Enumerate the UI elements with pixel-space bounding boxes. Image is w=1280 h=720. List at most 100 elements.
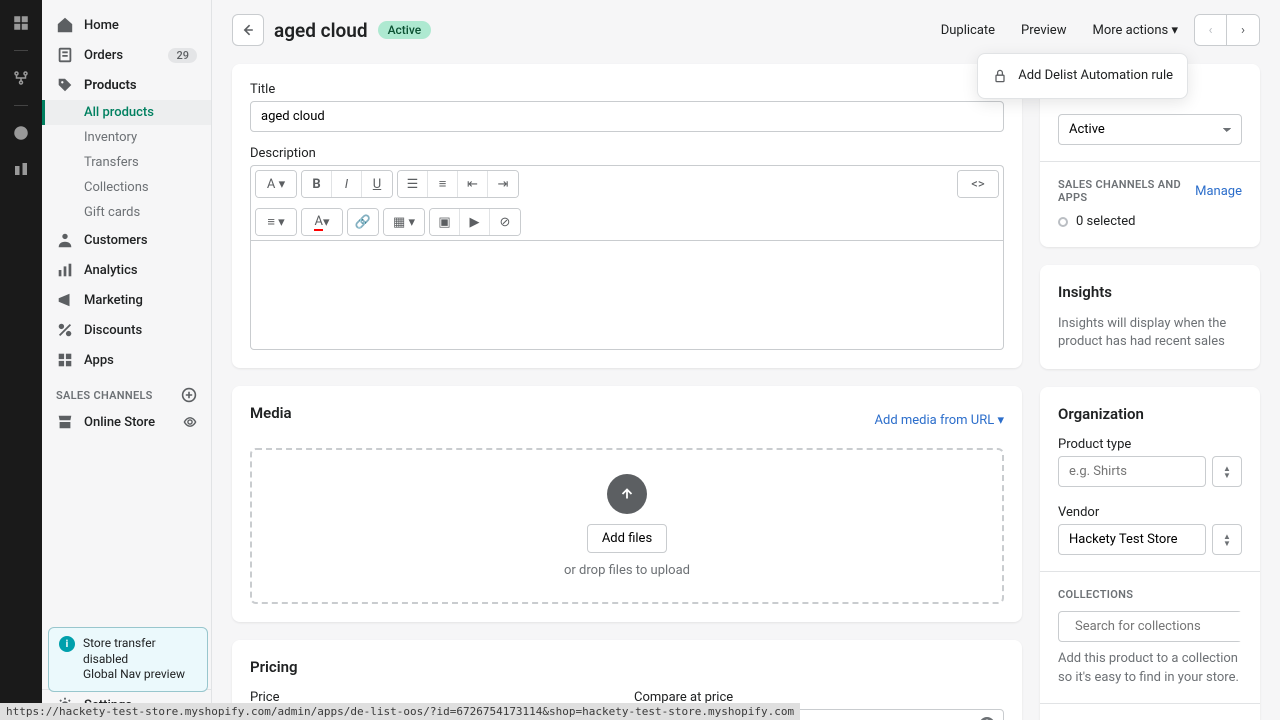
arrow-left-icon: [240, 22, 256, 38]
nav-inventory[interactable]: Inventory: [42, 125, 211, 150]
help-icon[interactable]: ?: [979, 717, 995, 720]
nav-products-label: Products: [84, 78, 137, 93]
media-dropzone[interactable]: Add files or drop files to upload: [250, 448, 1004, 604]
status-badge: Active: [378, 21, 432, 39]
back-button[interactable]: [232, 14, 264, 46]
next-product-button[interactable]: ›: [1227, 15, 1259, 45]
nav-collections[interactable]: Collections: [42, 175, 211, 200]
product-type-input[interactable]: [1058, 456, 1206, 487]
app-rail: [0, 0, 42, 720]
add-media-url-link[interactable]: Add media from URL ▾: [875, 413, 1004, 428]
insights-card: Insights Insights will display when the …: [1040, 265, 1260, 369]
prev-product-button[interactable]: ‹: [1195, 15, 1227, 45]
customers-icon: [56, 231, 74, 249]
toast-line2: Global Nav preview: [83, 667, 197, 683]
vendor-input[interactable]: [1058, 524, 1206, 555]
nav-apps[interactable]: Apps: [42, 345, 211, 375]
rte-clear-button[interactable]: ⊘: [490, 209, 520, 235]
pricing-heading: Pricing: [250, 658, 1004, 676]
organization-card: Organization Product type ▲▼ Vendor ▲▼ C…: [1040, 387, 1260, 720]
nav-analytics[interactable]: Analytics: [42, 255, 211, 285]
title-input[interactable]: [250, 101, 1004, 132]
nav-online-store[interactable]: Online Store: [42, 407, 211, 437]
nav-apps-label: Apps: [84, 353, 114, 368]
organization-heading: Organization: [1058, 405, 1242, 423]
info-toast: i Store transfer disabled Global Nav pre…: [48, 627, 208, 692]
caret-down-icon: ▾: [1171, 23, 1178, 38]
preview-button[interactable]: Preview: [1011, 17, 1076, 44]
nav-marketing[interactable]: Marketing: [42, 285, 211, 315]
nav-orders-label: Orders: [84, 48, 123, 63]
nav-discounts-label: Discounts: [84, 323, 142, 338]
nav-products[interactable]: Products: [42, 70, 211, 100]
add-delist-rule-item[interactable]: Add Delist Automation rule: [978, 60, 1187, 92]
add-files-button[interactable]: Add files: [587, 524, 667, 553]
store-icon: [56, 413, 74, 431]
rte-paragraph-button[interactable]: A ▾: [256, 171, 296, 197]
rte-table-button[interactable]: ▦ ▾: [384, 209, 424, 235]
media-heading: Media: [250, 404, 292, 422]
view-store-icon[interactable]: [183, 415, 197, 429]
rte-link-button[interactable]: 🔗: [348, 209, 378, 235]
rte-italic-button[interactable]: I: [332, 171, 362, 197]
collections-hint: Add this product to a collection so it's…: [1058, 650, 1242, 686]
rail-icon-2[interactable]: [12, 124, 30, 142]
upload-icon: [607, 474, 647, 514]
product-status-select[interactable]: Active: [1058, 114, 1242, 145]
rte-image-button[interactable]: ▣: [430, 209, 460, 235]
rte-number-list-button[interactable]: ≡: [428, 171, 458, 197]
analytics-icon: [56, 261, 74, 279]
rte-toolbar: A ▾ B I U ☰ ≡ ⇤ ⇥ <>: [250, 165, 1004, 240]
nav-all-products[interactable]: All products: [42, 100, 211, 125]
rte-outdent-button[interactable]: ⇤: [458, 171, 488, 197]
collections-search-input[interactable]: [1073, 612, 1243, 641]
nav-discounts[interactable]: Discounts: [42, 315, 211, 345]
nav-customers[interactable]: Customers: [42, 225, 211, 255]
rte-bold-button[interactable]: B: [302, 171, 332, 197]
discounts-icon: [56, 321, 74, 339]
rte-color-button[interactable]: A ▾: [302, 209, 342, 235]
product-type-label: Product type: [1058, 437, 1242, 452]
rte-align-button[interactable]: ≡ ▾: [256, 209, 296, 235]
more-actions-menu: Add Delist Automation rule: [977, 53, 1188, 99]
rail-icon-3[interactable]: [12, 160, 30, 178]
rte-html-button[interactable]: <>: [958, 171, 998, 197]
rail-icon-1[interactable]: [12, 69, 30, 87]
info-icon: i: [59, 636, 75, 652]
manage-channels-link[interactable]: Manage: [1195, 184, 1242, 199]
sales-channels-heading: SALES CHANNELS AND APPS Manage: [1058, 178, 1242, 204]
nav-home[interactable]: Home: [42, 10, 211, 40]
nav-home-label: Home: [84, 18, 119, 33]
collections-search-wrap: [1058, 611, 1242, 642]
collections-heading: COLLECTIONS: [1058, 588, 1242, 601]
sidebar: Home Orders 29 Products All products Inv…: [42, 0, 212, 720]
description-label: Description: [250, 146, 1004, 161]
product-type-browse-button[interactable]: ▲▼: [1212, 456, 1242, 487]
apps-icon: [56, 351, 74, 369]
media-card: Media Add media from URL ▾ Add files or …: [232, 386, 1022, 622]
duplicate-button[interactable]: Duplicate: [931, 17, 1005, 44]
title-description-card: Title Description A ▾ B I U ☰ ≡ ⇤: [232, 64, 1022, 368]
vendor-browse-button[interactable]: ▲▼: [1212, 524, 1242, 555]
page-header: aged cloud Active Duplicate Preview More…: [232, 14, 1260, 46]
more-actions-button[interactable]: More actions ▾: [1082, 17, 1188, 44]
orders-icon: [56, 46, 74, 64]
description-editor[interactable]: [250, 240, 1004, 350]
nav-online-store-label: Online Store: [84, 415, 155, 430]
status-dot-icon: [1058, 217, 1068, 227]
rte-indent-button[interactable]: ⇥: [488, 171, 518, 197]
rte-bullet-list-button[interactable]: ☰: [398, 171, 428, 197]
vendor-label: Vendor: [1058, 505, 1242, 520]
orders-badge: 29: [168, 48, 197, 63]
home-icon: [56, 16, 74, 34]
insights-heading: Insights: [1058, 283, 1242, 301]
page-title: aged cloud: [274, 19, 368, 42]
add-channel-icon[interactable]: [181, 387, 197, 403]
nav-gift-cards[interactable]: Gift cards: [42, 200, 211, 225]
rte-video-button[interactable]: ▶: [460, 209, 490, 235]
shopify-logo-icon[interactable]: [12, 14, 30, 32]
nav-transfers[interactable]: Transfers: [42, 150, 211, 175]
rte-underline-button[interactable]: U: [362, 171, 392, 197]
nav-orders[interactable]: Orders 29: [42, 40, 211, 70]
browser-status-bar: https://hackety-test-store.myshopify.com…: [0, 703, 800, 720]
